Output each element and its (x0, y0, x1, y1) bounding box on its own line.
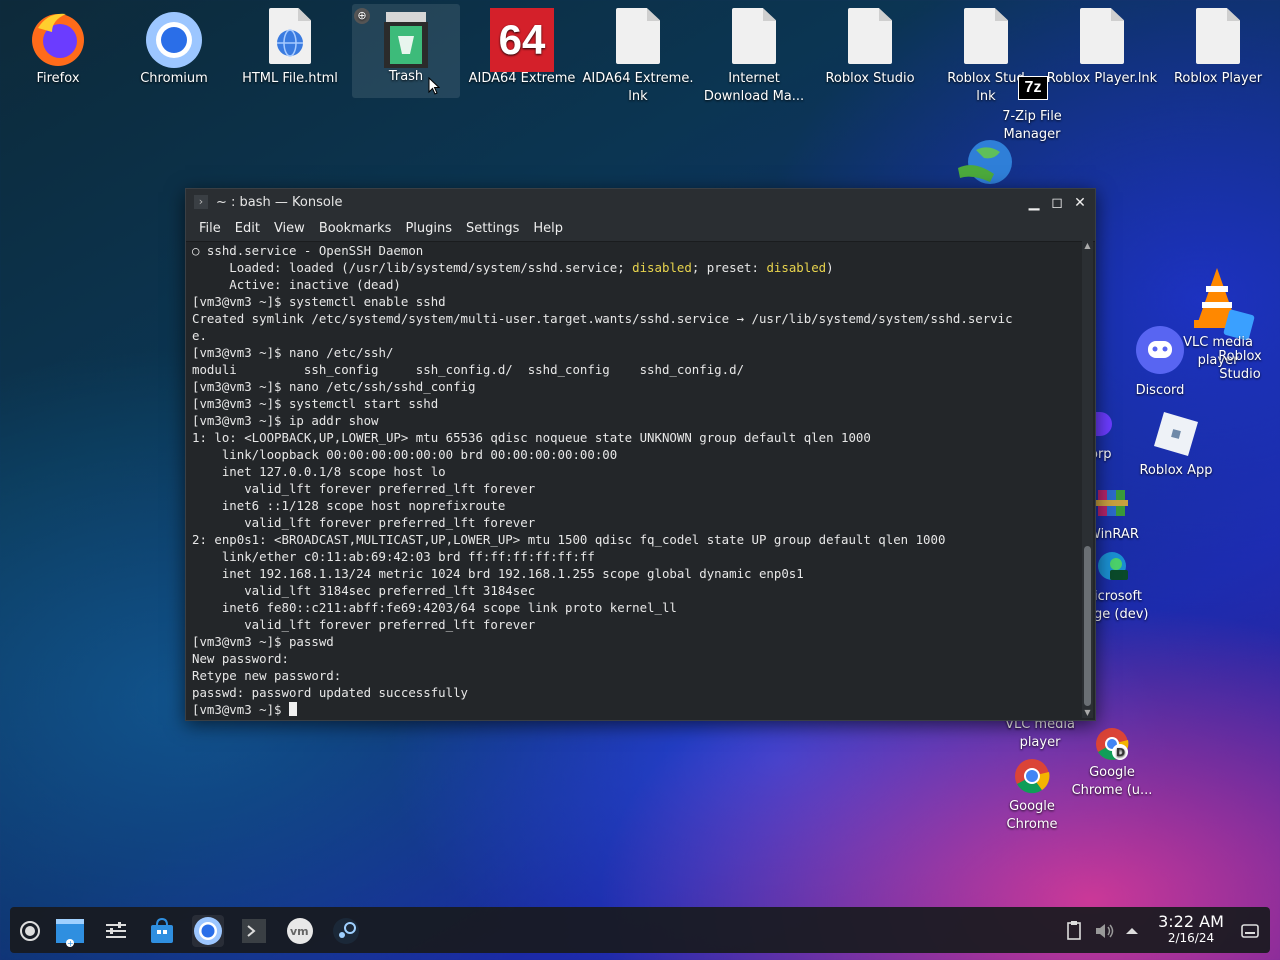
desktop-icon-aida64[interactable]: 64 AIDA64 Extreme (466, 0, 578, 88)
desktop-icon-label: Google Chrome (u... (1071, 765, 1153, 798)
scroll-down-icon[interactable]: ▼ (1082, 708, 1093, 718)
terminal-scrollbar[interactable]: ▲ ▼ (1082, 241, 1093, 718)
desktop-icon-label: AIDA64 Extreme. lnk (582, 71, 694, 104)
desktop-icon-label: Internet Download Ma... (703, 71, 805, 104)
html-file-icon (260, 8, 320, 68)
clipboard-icon[interactable] (1058, 915, 1090, 947)
clock-date: 2/16/24 (1167, 931, 1215, 945)
file-icon (608, 8, 668, 68)
desktop-icon-trash[interactable]: ⊕ Trash (352, 4, 460, 98)
taskbar: + vm 3:22 AM 2/16/24 (10, 907, 1270, 953)
discover-store-icon[interactable] (146, 915, 178, 947)
desktop-icon-roblox-studio[interactable]: Roblox Studio (814, 0, 926, 88)
desktop-icon-google-chrome-u[interactable]: D Google Chrome (u... (1056, 718, 1168, 800)
desktop-icon-firefox[interactable]: Firefox (2, 0, 114, 88)
file-icon (840, 8, 900, 68)
text-cursor (288, 702, 297, 716)
window-title: ~ : bash — Konsole (216, 195, 343, 210)
trash-icon (376, 8, 436, 68)
menu-settings[interactable]: Settings (459, 217, 526, 241)
desktop-icon-label: Roblox Player (1173, 71, 1263, 86)
desktop-icon-label: Roblox Studio (825, 71, 915, 86)
scrollbar-thumb[interactable] (1084, 546, 1091, 706)
terminal-output[interactable]: ○ sshd.service - OpenSSH Daemon Loaded: … (186, 241, 1079, 720)
menu-view[interactable]: View (267, 217, 312, 241)
mouse-cursor-icon (428, 77, 440, 95)
desktop-icon-roblox-app[interactable]: Roblox App (1120, 400, 1232, 480)
desktop-icon-label: AIDA64 Extreme (468, 71, 576, 86)
desktop-icon-label: Trash (388, 69, 424, 84)
digital-clock[interactable]: 3:22 AM 2/16/24 (1150, 912, 1232, 946)
konsole-taskbar-icon[interactable] (238, 915, 270, 947)
winrar-icon (1096, 488, 1128, 518)
desktop-icon-label: Roblox Player.lnk (1046, 71, 1158, 86)
firefox-icon (28, 8, 88, 68)
window-titlebar[interactable]: › ~ : bash — Konsole ▁ ◻ ✕ (186, 189, 1095, 217)
desktop-icon-winrar[interactable]: WinRAR (1088, 526, 1148, 544)
steam-icon[interactable] (330, 915, 362, 947)
chrome-icon (1014, 758, 1050, 794)
desktop-icon-label: Firefox (36, 71, 80, 86)
menu-help[interactable]: Help (526, 217, 570, 241)
desktop-icon-roblox-player-lnk[interactable]: Roblox Player.lnk (1046, 0, 1158, 88)
aida64-icon: 64 (490, 8, 554, 72)
menu-file[interactable]: File (192, 217, 228, 241)
menu-bookmarks[interactable]: Bookmarks (312, 217, 399, 241)
show-desktop-icon[interactable] (1234, 915, 1266, 947)
chromium-taskbar-icon[interactable] (192, 915, 224, 947)
file-icon (956, 8, 1016, 68)
discord-icon (1136, 326, 1184, 374)
application-launcher-icon[interactable] (14, 915, 46, 947)
file-icon (1072, 8, 1132, 68)
tray-expand-icon[interactable] (1116, 915, 1148, 947)
svg-text:D: D (1116, 746, 1125, 759)
clock-time: 3:22 AM (1158, 912, 1224, 931)
sevenzip-icon: 7z (1018, 76, 1048, 100)
desktop-icon-aida64-lnk[interactable]: AIDA64 Extreme. lnk (582, 0, 694, 106)
menu-plugins[interactable]: Plugins (398, 217, 459, 241)
terminal-text: ○ sshd.service - OpenSSH Daemon Loaded: … (192, 243, 1013, 717)
konsole-window[interactable]: › ~ : bash — Konsole ▁ ◻ ✕ File Edit Vie… (185, 188, 1096, 721)
desktop-icon-label: Google Chrome (1006, 799, 1058, 832)
overlay-badge-icon: ⊕ (354, 8, 370, 24)
desktop-icon-label: WinRAR (1088, 527, 1139, 542)
svg-text:+: + (67, 939, 74, 947)
chromium-icon (144, 8, 204, 68)
menubar: File Edit View Bookmarks Plugins Setting… (186, 217, 1095, 242)
desktop-icon-edge-dev[interactable]: icrosoft ge (dev) (1094, 588, 1154, 624)
maximize-icon[interactable]: ◻ (1048, 194, 1066, 212)
desktop-icon-idm[interactable]: Internet Download Ma... (698, 0, 810, 106)
roblox-icon (1152, 410, 1200, 458)
orp-icon (1094, 412, 1112, 436)
desktop-icon-roblox-player[interactable]: Roblox Player (1162, 0, 1274, 88)
desktop-icon-label: icrosoft ge (dev) (1094, 589, 1149, 622)
desktop-icon-label: Roblox App (1139, 463, 1213, 478)
desktop-icon-label: Discord (1135, 383, 1185, 398)
minimize-icon[interactable]: ▁ (1025, 194, 1043, 212)
svg-text:vm: vm (290, 925, 309, 938)
close-icon[interactable]: ✕ (1071, 194, 1089, 212)
file-icon (724, 8, 784, 68)
chrome-canary-icon: D (1094, 726, 1130, 762)
desktop-icon-chromium[interactable]: Chromium (118, 0, 230, 88)
idm-globe-icon[interactable] (954, 138, 1018, 188)
desktop-icon-label: Chromium (140, 71, 208, 86)
konsole-app-icon[interactable]: › (194, 195, 208, 209)
scroll-up-icon[interactable]: ▲ (1082, 241, 1093, 251)
desktop-icon-discord[interactable]: Discord (1104, 316, 1216, 400)
desktop-icon-label: HTML File.html (242, 71, 338, 86)
desktop-icon-html-file[interactable]: HTML File.html (234, 0, 346, 88)
edge-dev-icon (1096, 550, 1130, 582)
system-settings-icon[interactable] (100, 915, 132, 947)
menu-edit[interactable]: Edit (228, 217, 267, 241)
dolphin-file-manager-icon[interactable]: + (54, 915, 86, 948)
file-icon (1188, 8, 1248, 68)
vmware-icon[interactable]: vm (284, 915, 316, 947)
